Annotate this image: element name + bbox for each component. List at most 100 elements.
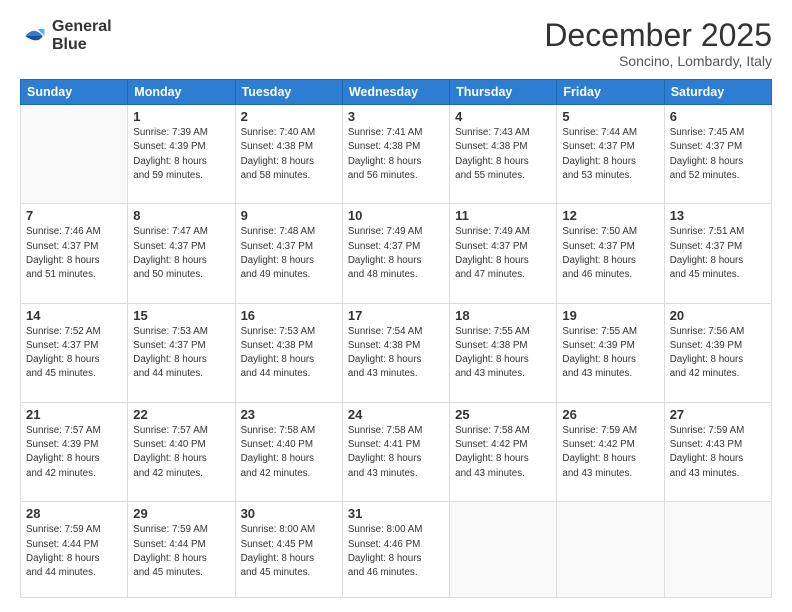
day-info: Sunrise: 7:59 AMSunset: 4:44 PMDaylight:… [26,523,122,580]
day-number: 6 [670,109,766,124]
day-cell-w3-d4: 17 Sunrise: 7:54 AMSunset: 4:38 PMDayligh… [342,303,449,402]
page: General Blue December 2025 Soncino, Lomb… [0,0,792,612]
day-number: 24 [348,407,444,422]
header: General Blue December 2025 Soncino, Lomb… [20,18,772,69]
day-info: Sunrise: 7:43 AMSunset: 4:38 PMDaylight:… [455,126,551,183]
week-row-5: 28 Sunrise: 7:59 AMSunset: 4:44 PMDayligh… [21,502,772,598]
day-number: 23 [241,407,337,422]
col-thursday: Thursday [450,80,557,105]
day-number: 26 [562,407,658,422]
day-cell-w4-d6: 26 Sunrise: 7:59 AMSunset: 4:42 PMDayligh… [557,403,664,502]
day-number: 13 [670,208,766,223]
col-sunday: Sunday [21,80,128,105]
day-cell-w1-d5: 4 Sunrise: 7:43 AMSunset: 4:38 PMDaylight… [450,105,557,204]
day-number: 1 [133,109,229,124]
day-cell-w5-d6 [557,502,664,598]
logo-line1: General [52,18,112,36]
day-cell-w2-d1: 7Sunrise: 7:46 AMSunset: 4:37 PMDaylight… [21,204,128,303]
day-number: 29 [133,506,229,521]
day-info: Sunrise: 7:46 AMSunset: 4:37 PMDaylight:… [26,225,122,282]
day-info: Sunrise: 7:39 AMSunset: 4:39 PMDaylight:… [133,126,229,183]
day-info: Sunrise: 8:00 AMSunset: 4:45 PMDaylight:… [241,523,337,580]
week-row-3: 14 Sunrise: 7:52 AMSunset: 4:37 PMDayligh… [21,303,772,402]
day-info: Sunrise: 7:53 AMSunset: 4:37 PMDaylight:… [133,325,229,382]
day-info: Sunrise: 7:48 AMSunset: 4:37 PMDaylight:… [241,225,337,282]
day-number: 17 [348,308,444,323]
day-info: Sunrise: 7:57 AMSunset: 4:40 PMDaylight:… [133,424,229,481]
day-number: 14 [26,308,122,323]
day-cell-w2-d5: 11 Sunrise: 7:49 AMSunset: 4:37 PMDayligh… [450,204,557,303]
day-info: Sunrise: 7:41 AMSunset: 4:38 PMDaylight:… [348,126,444,183]
day-info: Sunrise: 7:54 AMSunset: 4:38 PMDaylight:… [348,325,444,382]
day-cell-w3-d7: 20 Sunrise: 7:56 AMSunset: 4:39 PMDayligh… [664,303,771,402]
day-number: 11 [455,208,551,223]
day-cell-w3-d6: 19 Sunrise: 7:55 AMSunset: 4:39 PMDayligh… [557,303,664,402]
day-number: 27 [670,407,766,422]
day-info: Sunrise: 7:58 AMSunset: 4:41 PMDaylight:… [348,424,444,481]
day-info: Sunrise: 7:59 AMSunset: 4:44 PMDaylight:… [133,523,229,580]
day-number: 28 [26,506,122,521]
day-cell-w5-d7 [664,502,771,598]
day-cell-w5-d1: 28 Sunrise: 7:59 AMSunset: 4:44 PMDayligh… [21,502,128,598]
day-number: 5 [562,109,658,124]
day-info: Sunrise: 7:51 AMSunset: 4:37 PMDaylight:… [670,225,766,282]
day-number: 16 [241,308,337,323]
logo-text-block: General Blue [52,18,112,53]
day-info: Sunrise: 7:55 AMSunset: 4:39 PMDaylight:… [562,325,658,382]
week-row-1: 1 Sunrise: 7:39 AMSunset: 4:39 PMDaylight… [21,105,772,204]
calendar-table: Sunday Monday Tuesday Wednesday Thursday… [20,79,772,598]
day-cell-w3-d5: 18 Sunrise: 7:55 AMSunset: 4:38 PMDayligh… [450,303,557,402]
day-info: Sunrise: 7:53 AMSunset: 4:38 PMDaylight:… [241,325,337,382]
week-row-4: 21Sunrise: 7:57 AMSunset: 4:39 PMDayligh… [21,403,772,502]
day-info: Sunrise: 7:52 AMSunset: 4:37 PMDaylight:… [26,325,122,382]
logo-icon [20,22,48,50]
day-info: Sunrise: 7:58 AMSunset: 4:42 PMDaylight:… [455,424,551,481]
col-friday: Friday [557,80,664,105]
logo: General Blue [20,18,112,53]
title-area: December 2025 Soncino, Lombardy, Italy [544,18,772,69]
day-cell-w2-d2: 8Sunrise: 7:47 AMSunset: 4:37 PMDaylight… [128,204,235,303]
day-cell-w2-d6: 12 Sunrise: 7:50 AMSunset: 4:37 PMDayligh… [557,204,664,303]
day-cell-w1-d4: 3Sunrise: 7:41 AMSunset: 4:38 PMDaylight… [342,105,449,204]
day-info: Sunrise: 8:00 AMSunset: 4:46 PMDaylight:… [348,523,444,580]
day-cell-w4-d7: 27Sunrise: 7:59 AMSunset: 4:43 PMDayligh… [664,403,771,502]
day-cell-w4-d5: 25Sunrise: 7:58 AMSunset: 4:42 PMDayligh… [450,403,557,502]
day-cell-w5-d3: 30 Sunrise: 8:00 AMSunset: 4:45 PMDayligh… [235,502,342,598]
day-info: Sunrise: 7:49 AMSunset: 4:37 PMDaylight:… [348,225,444,282]
day-number: 18 [455,308,551,323]
day-number: 30 [241,506,337,521]
day-cell-w1-d3: 2 Sunrise: 7:40 AMSunset: 4:38 PMDaylight… [235,105,342,204]
day-cell-w3-d2: 15Sunrise: 7:53 AMSunset: 4:37 PMDayligh… [128,303,235,402]
header-row: Sunday Monday Tuesday Wednesday Thursday… [21,80,772,105]
day-cell-w3-d1: 14 Sunrise: 7:52 AMSunset: 4:37 PMDayligh… [21,303,128,402]
week-row-2: 7Sunrise: 7:46 AMSunset: 4:37 PMDaylight… [21,204,772,303]
location: Soncino, Lombardy, Italy [544,53,772,69]
day-cell-w1-d7: 6Sunrise: 7:45 AMSunset: 4:37 PMDaylight… [664,105,771,204]
day-info: Sunrise: 7:56 AMSunset: 4:39 PMDaylight:… [670,325,766,382]
day-info: Sunrise: 7:55 AMSunset: 4:38 PMDaylight:… [455,325,551,382]
day-cell-w3-d3: 16 Sunrise: 7:53 AMSunset: 4:38 PMDayligh… [235,303,342,402]
day-info: Sunrise: 7:49 AMSunset: 4:37 PMDaylight:… [455,225,551,282]
day-cell-w4-d3: 23 Sunrise: 7:58 AMSunset: 4:40 PMDayligh… [235,403,342,502]
day-cell-w4-d2: 22Sunrise: 7:57 AMSunset: 4:40 PMDayligh… [128,403,235,502]
day-number: 4 [455,109,551,124]
day-cell-w1-d1 [21,105,128,204]
day-number: 2 [241,109,337,124]
day-cell-w2-d4: 10 Sunrise: 7:49 AMSunset: 4:37 PMDayligh… [342,204,449,303]
day-info: Sunrise: 7:40 AMSunset: 4:38 PMDaylight:… [241,126,337,183]
day-number: 20 [670,308,766,323]
day-number: 12 [562,208,658,223]
col-wednesday: Wednesday [342,80,449,105]
day-cell-w5-d4: 31Sunrise: 8:00 AMSunset: 4:46 PMDayligh… [342,502,449,598]
day-number: 10 [348,208,444,223]
day-number: 19 [562,308,658,323]
day-info: Sunrise: 7:57 AMSunset: 4:39 PMDaylight:… [26,424,122,481]
logo-line2: Blue [52,36,112,54]
day-info: Sunrise: 7:58 AMSunset: 4:40 PMDaylight:… [241,424,337,481]
day-info: Sunrise: 7:50 AMSunset: 4:37 PMDaylight:… [562,225,658,282]
day-cell-w5-d5 [450,502,557,598]
day-info: Sunrise: 7:59 AMSunset: 4:42 PMDaylight:… [562,424,658,481]
day-cell-w4-d1: 21Sunrise: 7:57 AMSunset: 4:39 PMDayligh… [21,403,128,502]
day-cell-w4-d4: 24 Sunrise: 7:58 AMSunset: 4:41 PMDayligh… [342,403,449,502]
col-tuesday: Tuesday [235,80,342,105]
